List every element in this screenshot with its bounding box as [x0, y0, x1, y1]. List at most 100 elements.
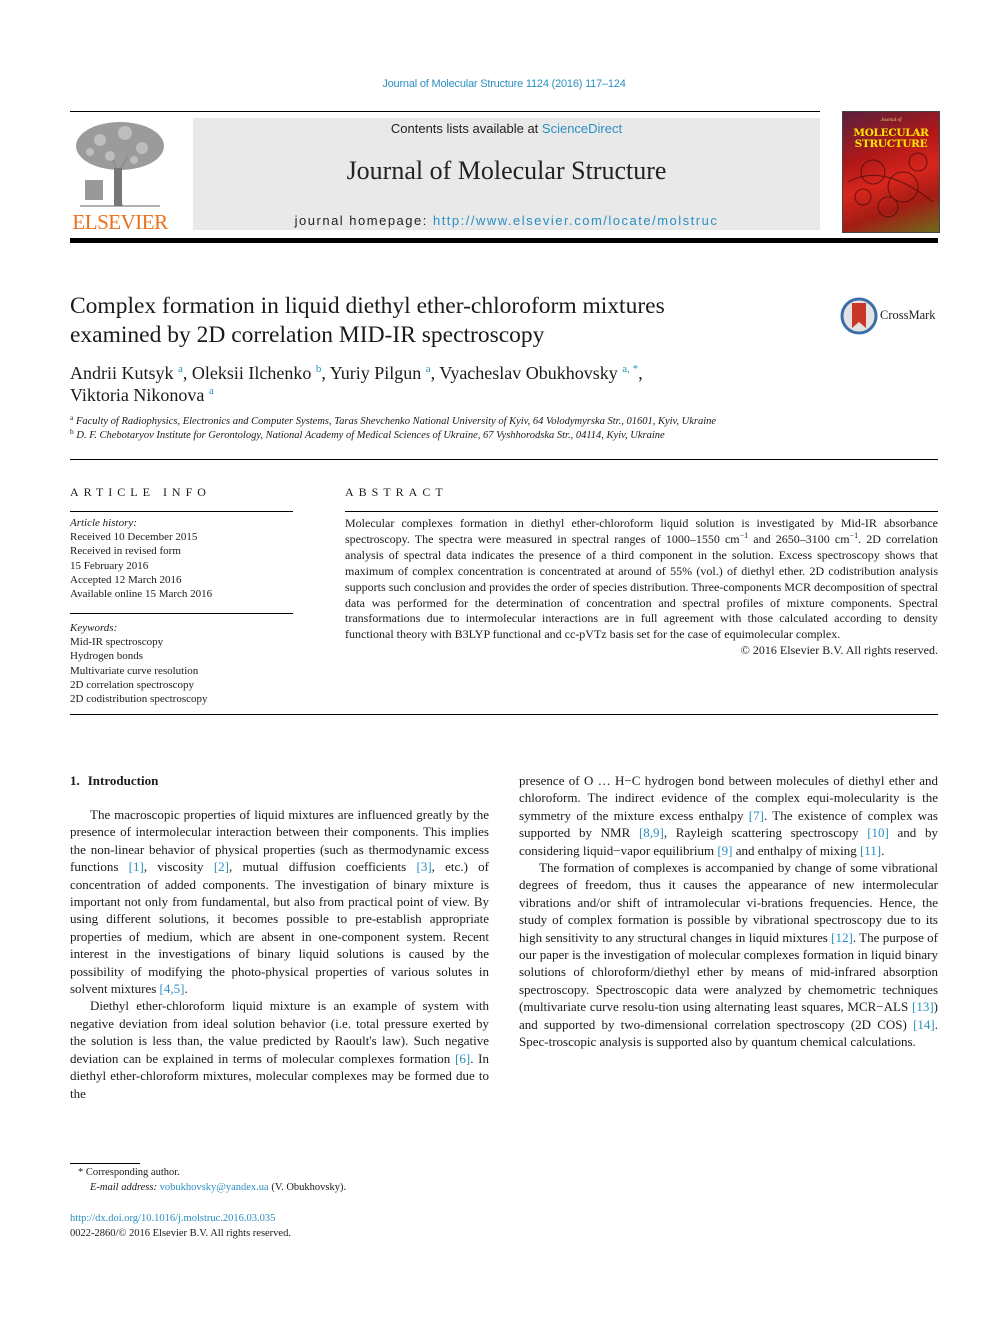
author-name: Viktoria Nikonova — [70, 385, 205, 405]
email-label: E-mail address: — [90, 1182, 160, 1193]
abstract-heading: ABSTRACT — [345, 485, 448, 499]
affiliation-text: D. F. Chebotaryov Institute for Gerontol… — [76, 430, 665, 441]
author-separator: , — [638, 363, 643, 383]
citation-link[interactable]: [10] — [867, 825, 889, 840]
corresponding-author-footnote: * Corresponding author. E-mail address: … — [78, 1165, 346, 1195]
divider — [70, 613, 293, 614]
paragraph: The macroscopic properties of liquid mix… — [70, 806, 489, 997]
citation-link[interactable]: [13] — [912, 999, 934, 1014]
paragraph: presence of O … H−C hydrogen bond betwee… — [519, 772, 938, 859]
contents-prefix: Contents lists available at — [390, 121, 542, 136]
citation-link[interactable]: [7] — [749, 808, 764, 823]
crossmark-icon — [840, 297, 878, 335]
keyword-item: Multivariate curve resolution — [70, 664, 199, 677]
journal-title: Journal of Molecular Structure — [346, 156, 667, 185]
citation-link[interactable]: [2] — [214, 859, 229, 874]
section-title: Introduction — [87, 773, 159, 788]
top-divider — [70, 111, 820, 112]
keyword-item: Mid-IR spectroscopy — [70, 636, 164, 649]
author-separator: , — [182, 363, 192, 383]
author-name: Vyacheslav Obukhovsky — [439, 363, 618, 383]
issn-copyright: 0022-2860/© 2016 Elsevier B.V. All right… — [70, 1228, 291, 1239]
affiliation-label: b — [70, 427, 74, 436]
text-run: , mutual diffusion coefficients — [228, 859, 417, 875]
history-item: Received 10 December 2015 — [70, 531, 198, 544]
email-link[interactable]: vobukhovsky@yandex.ua — [160, 1182, 269, 1193]
author[interactable]: Andrii Kutsyk a — [70, 363, 183, 383]
text-run: . — [184, 981, 188, 997]
crossmark-label: CrossMark — [880, 308, 936, 322]
citation-link[interactable]: [12] — [831, 930, 853, 945]
author[interactable]: Yuriy Pilgun a — [330, 363, 431, 383]
abstract-segment: . 2D correlation analysis of spectral da… — [345, 531, 939, 642]
author[interactable]: Viktoria Nikonova a — [70, 385, 214, 405]
divider — [70, 459, 938, 460]
citation-link[interactable]: [9] — [717, 843, 732, 858]
citation-link[interactable]: [8,9] — [639, 825, 664, 840]
author-separator: , — [321, 363, 330, 383]
abstract-body: Molecular complexes formation in diethyl… — [345, 516, 938, 643]
history-item: Received in revised form — [70, 545, 181, 558]
keyword-item: 2D codistribution spectroscopy — [70, 693, 208, 706]
article-title-line1: Complex formation in liquid diethyl ethe… — [70, 293, 665, 319]
keyword-item: Hydrogen bonds — [70, 650, 144, 663]
affiliation-label: a — [70, 413, 74, 422]
affiliation-item: a Faculty of Radiophysics, Electronics a… — [70, 413, 930, 429]
paragraph: Diethyl ether-chloroform liquid mixture … — [70, 997, 489, 1101]
citation-link[interactable]: [11] — [860, 843, 881, 858]
affiliations: a Faculty of Radiophysics, Electronics a… — [70, 413, 930, 443]
cover-title-line2: STRUCTURE — [854, 138, 928, 150]
citation-link[interactable]: [14] — [913, 1017, 935, 1032]
citation-link[interactable]: [4,5] — [160, 981, 185, 996]
section-number: 1. — [70, 773, 80, 788]
citation-link[interactable]: [3] — [416, 859, 431, 874]
text-run: , etc.) of concentration of added compon… — [70, 859, 489, 997]
footnote-text: Corresponding author. — [85, 1167, 180, 1178]
footnote-mark: * — [78, 1167, 84, 1178]
keywords-label: Keywords: — [70, 622, 118, 634]
citation-link[interactable]: [1] — [129, 859, 144, 874]
journal-cover-image: Journal of MOLECULAR STRUCTURE — [842, 111, 940, 233]
body-column-left: 1. Introduction The macroscopic propertie… — [70, 772, 489, 1102]
divider — [70, 714, 938, 715]
paragraph: The formation of complexes is accompanie… — [519, 859, 938, 1050]
article-title: Complex formation in liquid diethyl ethe… — [70, 292, 810, 350]
author-name: Yuriy Pilgun — [329, 363, 422, 383]
author[interactable]: Vyacheslav Obukhovsky a, * — [439, 363, 638, 383]
elsevier-logo: ELSEVIER — [68, 118, 172, 234]
text-run: and enthalpy of mixing — [732, 842, 860, 858]
sciencedirect-link[interactable]: ScienceDirect — [542, 121, 622, 136]
affiliation-item: b D. F. Chebotaryov Institute for Geront… — [70, 427, 930, 443]
article-history: Article history: Received 10 December 20… — [70, 516, 295, 601]
author-list: Andrii Kutsyk a, Oleksii Ilchenko b, Yur… — [70, 362, 850, 406]
homepage-link[interactable]: http://www.elsevier.com/locate/molstruc — [433, 213, 718, 228]
author[interactable]: Oleksii Ilchenko b — [192, 363, 321, 383]
citation-link[interactable]: [6] — [455, 1051, 470, 1066]
doi-block: http://dx.doi.org/10.1016/j.molstruc.201… — [70, 1211, 291, 1241]
abstract-text: Molecular complexes formation in diethyl… — [345, 516, 938, 659]
homepage-label: journal homepage: — [294, 213, 433, 228]
text-run: , viscosity — [143, 859, 214, 875]
journal-homepage: journal homepage: http://www.elsevier.co… — [193, 213, 820, 228]
cover-subtitle: Journal of — [880, 118, 902, 123]
doi-link[interactable]: http://dx.doi.org/10.1016/j.molstruc.201… — [70, 1211, 291, 1226]
history-item: Available online 15 March 2016 — [70, 588, 213, 601]
affiliation-mark[interactable]: a — [209, 385, 214, 397]
journal-citation[interactable]: Journal of Molecular Structure 1124 (201… — [0, 78, 992, 90]
contents-availability: Contents lists available at ScienceDirec… — [193, 121, 820, 136]
abstract-segment: and 2650–3100 cm — [748, 531, 850, 546]
footnote-divider — [70, 1163, 140, 1164]
author-separator: , — [430, 363, 440, 383]
crossmark-badge[interactable]: CrossMark — [840, 297, 940, 335]
body-column-right: presence of O … H−C hydrogen bond betwee… — [519, 772, 938, 1051]
article-title-line2: examined by 2D correlation MID-IR spectr… — [70, 322, 545, 348]
text-run: . — [881, 842, 885, 858]
abstract-superscript: −1 — [849, 530, 859, 540]
cover-title: MOLECULAR STRUCTURE — [843, 128, 939, 150]
affiliation-mark[interactable]: a, * — [622, 363, 638, 375]
email-suffix: (V. Obukhovsky). — [268, 1182, 347, 1193]
section-heading: 1. Introduction — [70, 772, 489, 789]
keyword-item: 2D correlation spectroscopy — [70, 678, 195, 691]
affiliation-text: Faculty of Radiophysics, Electronics and… — [75, 416, 717, 427]
article-info-heading: ARTICLE INFO — [70, 485, 211, 499]
